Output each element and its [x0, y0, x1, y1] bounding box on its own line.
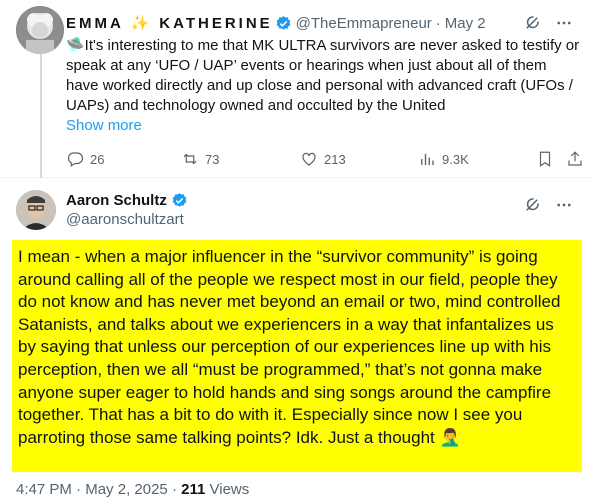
more-icon[interactable] — [555, 14, 573, 37]
tweet-2-meta: 4:47 PM · May 2, 2025 · 211 Views — [16, 481, 249, 498]
tweet-2-header: Aaron Schultz @aaronschultzart — [66, 192, 188, 228]
tweet-time[interactable]: 4:47 PM — [16, 481, 72, 498]
separator-dot: · — [435, 14, 441, 32]
author-name-row: Aaron Schultz — [66, 192, 188, 209]
views-label: Views — [209, 481, 250, 498]
tweet-date[interactable]: May 2, 2025 — [85, 481, 168, 498]
tweet-2-text: I mean - when a major influencer in the … — [12, 240, 582, 472]
separator-dot: · — [76, 481, 86, 498]
tweet-1-header: EMMA ✨ KATHERINE @TheEmmapreneur · May 2 — [66, 14, 486, 33]
like-icon — [302, 152, 316, 166]
separator-dot: · — [171, 481, 182, 498]
author-name[interactable]: EMMA ✨ KATHERINE — [66, 14, 273, 32]
thread-line — [40, 54, 42, 178]
verified-badge-icon — [171, 192, 188, 209]
tweet-1-top-actions — [523, 14, 573, 37]
share-button[interactable] — [566, 150, 584, 168]
tweet-date[interactable]: May 2 — [445, 15, 486, 32]
reply-button[interactable]: 26 — [66, 150, 104, 168]
tweet-2-top-actions — [523, 196, 573, 219]
like-button[interactable]: 213 — [300, 150, 346, 168]
views-icon — [421, 153, 434, 165]
author-name[interactable]: Aaron Schultz — [66, 192, 167, 209]
like-count: 213 — [324, 151, 346, 167]
tweet-1[interactable]: EMMA ✨ KATHERINE @TheEmmapreneur · May 2… — [0, 0, 591, 178]
author-handle[interactable]: @TheEmmapreneur — [296, 15, 432, 32]
tweet-text: 🛸It's interesting to me that MK ULTRA su… — [66, 37, 580, 114]
repost-button[interactable]: 73 — [181, 150, 219, 168]
views-button[interactable]: 9.3K — [418, 150, 469, 168]
repost-icon — [183, 153, 197, 165]
views-count: 211 — [181, 481, 206, 498]
reply-count: 26 — [90, 151, 105, 167]
reply-icon — [67, 152, 84, 167]
author-handle[interactable]: @aaronschultzart — [66, 211, 188, 228]
tweet-1-actions: 26 73 213 9.3K — [66, 150, 582, 170]
share-icon — [568, 151, 582, 166]
grok-icon[interactable] — [523, 196, 541, 219]
repost-count: 73 — [205, 151, 220, 167]
avatar[interactable] — [16, 6, 64, 54]
verified-badge-icon — [275, 15, 292, 32]
views-count: 9.3K — [442, 151, 469, 167]
grok-icon[interactable] — [523, 14, 541, 37]
show-more-link[interactable]: Show more — [66, 117, 142, 134]
bookmark-button[interactable] — [536, 150, 554, 168]
avatar[interactable] — [16, 190, 56, 230]
more-icon[interactable] — [555, 196, 573, 219]
bookmark-icon — [539, 151, 551, 167]
